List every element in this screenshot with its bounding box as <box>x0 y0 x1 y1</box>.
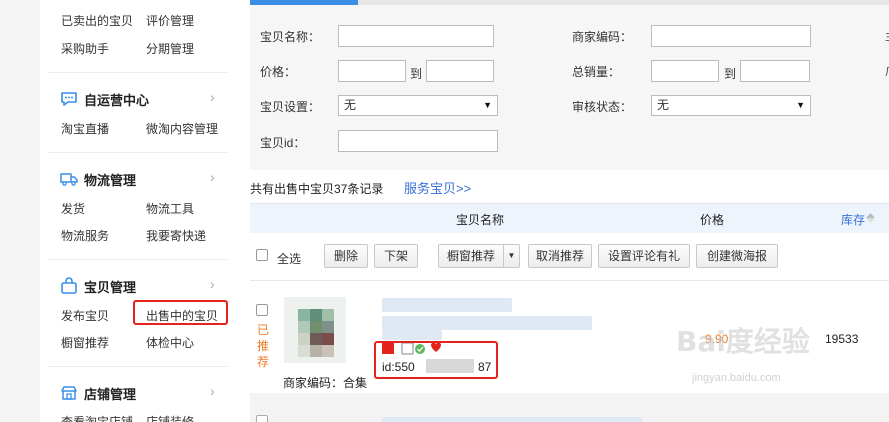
setting-select-value: 无 <box>344 98 357 112</box>
sidebar-section-logistics[interactable]: 物流管理 › <box>60 168 220 190</box>
sidebar-item-logistics-service[interactable]: 物流服务 <box>61 227 109 244</box>
chevron-right-icon: › <box>210 169 215 185</box>
sidebar-item-decorate[interactable]: 店铺装修 <box>146 413 194 422</box>
create-poster-button[interactable]: 创建微海报 <box>696 244 778 268</box>
watermark: Bai度经验 <box>676 325 810 358</box>
item-stock[interactable]: 19533 <box>825 332 858 346</box>
sidebar-item-purchase-assistant[interactable]: 采购助手 <box>61 40 109 57</box>
truck-icon <box>60 173 78 186</box>
sidebar-item-logistics-tools[interactable]: 物流工具 <box>146 200 194 217</box>
item-checkbox[interactable] <box>256 415 268 422</box>
cutoff-label: 爪 <box>885 63 889 79</box>
watermark-url: jingyan.baidu.com <box>692 372 781 384</box>
sidebar-divider <box>48 366 228 367</box>
sidebar-item-sold[interactable]: 已卖出的宝贝 <box>61 12 133 29</box>
sidebar-section-store[interactable]: 店铺管理 › <box>60 382 220 404</box>
row-divider <box>250 280 889 281</box>
item-checkbox[interactable] <box>256 304 268 316</box>
section-title: 宝贝管理 <box>84 280 137 295</box>
id-label: 宝贝id： <box>260 136 306 150</box>
item-id-highlight-box <box>374 341 498 379</box>
sales-min-input[interactable] <box>651 60 719 82</box>
record-summary: 共有出售中宝贝37条记录 <box>250 182 384 196</box>
sidebar-item-view-store[interactable]: 查看淘宝店铺 <box>61 413 133 422</box>
col-name: 宝贝名称 <box>456 213 505 227</box>
price-max-input[interactable] <box>426 60 494 82</box>
section-title: 店铺管理 <box>84 387 137 402</box>
sidebar-item-publish[interactable]: 发布宝贝 <box>61 307 109 324</box>
price-to-label: 到 <box>410 67 423 81</box>
price-min-input[interactable] <box>338 60 406 82</box>
sort-icon[interactable] <box>866 213 875 223</box>
merchant-code-input[interactable] <box>651 25 811 47</box>
sidebar-item-send-express[interactable]: 我要寄快递 <box>146 227 206 244</box>
bag-icon <box>61 277 77 294</box>
store-icon <box>61 386 77 400</box>
sidebar-item-ship[interactable]: 发货 <box>61 200 85 217</box>
item-title-blurred <box>382 417 642 422</box>
table-header: 宝贝名称 价格 库存 <box>250 203 889 233</box>
dropdown-arrow-icon[interactable]: ▼ <box>503 245 519 267</box>
cancel-recommend-button[interactable]: 取消推荐 <box>528 244 592 268</box>
sidebar-item-weitao[interactable]: 微淘内容管理 <box>146 120 218 137</box>
item-merchant-code: 商家编码：合集 <box>283 376 368 390</box>
tab-active-indicator[interactable] <box>250 0 358 5</box>
id-input[interactable] <box>338 130 498 152</box>
filter-panel: 宝贝名称： 商家编码： 主 价格： 到 总销量： 到 爪 宝贝设置： 无 ▼ 审… <box>250 0 889 170</box>
audit-select-value: 无 <box>657 98 670 112</box>
sidebar-divider <box>48 72 228 73</box>
sidebar-divider <box>48 259 228 260</box>
name-input[interactable] <box>338 25 494 47</box>
item-title-blurred <box>382 316 592 330</box>
total-sales-label: 总销量： <box>572 65 621 79</box>
select-all-label: 全选 <box>277 252 302 266</box>
item-title-blurred <box>382 330 442 340</box>
sidebar-section-items[interactable]: 宝贝管理 › <box>60 275 220 297</box>
window-recommend-label: 橱窗推荐 <box>446 249 495 263</box>
main-content: 宝贝名称： 商家编码： 主 价格： 到 总销量： 到 爪 宝贝设置： 无 ▼ 审… <box>236 0 889 422</box>
sidebar-item-live[interactable]: 淘宝直播 <box>61 120 109 137</box>
dropdown-arrow-icon: ▼ <box>483 100 492 110</box>
audit-select[interactable]: 无 ▼ <box>651 95 811 116</box>
sales-to-label: 到 <box>724 67 737 81</box>
next-item-row <box>250 393 889 422</box>
cutoff-label: 主 <box>885 28 889 44</box>
delist-button[interactable]: 下架 <box>374 244 418 268</box>
sidebar-item-installments[interactable]: 分期管理 <box>146 40 194 57</box>
section-title: 自运营中心 <box>84 93 150 108</box>
price-label: 价格： <box>260 65 297 79</box>
sidebar-item-window[interactable]: 橱窗推荐 <box>61 334 109 351</box>
section-title: 物流管理 <box>84 173 137 188</box>
col-stock[interactable]: 库存 <box>841 211 865 228</box>
item-title-blurred <box>382 298 512 312</box>
recommended-status: 已推荐 <box>256 323 269 369</box>
setting-select[interactable]: 无 ▼ <box>338 95 498 116</box>
audit-label: 审核状态： <box>572 100 633 114</box>
chevron-right-icon: › <box>210 276 215 292</box>
name-label: 宝贝名称： <box>260 30 321 44</box>
chat-icon <box>61 92 77 106</box>
merchant-code-label: 商家编码： <box>572 30 633 44</box>
chevron-right-icon: › <box>210 89 215 105</box>
setting-label: 宝贝设置： <box>260 100 321 114</box>
sidebar-section-self-operation[interactable]: 自运营中心 › <box>60 88 220 110</box>
sales-max-input[interactable] <box>740 60 810 82</box>
window-recommend-button[interactable]: 橱窗推荐 ▼ <box>438 244 520 268</box>
sidebar-item-reviews[interactable]: 评价管理 <box>146 12 194 29</box>
select-all-checkbox[interactable] <box>256 249 268 261</box>
on-sale-highlight-box <box>133 300 228 325</box>
col-price[interactable]: 价格 <box>700 211 724 228</box>
service-items-link[interactable]: 服务宝贝>> <box>404 178 471 197</box>
item-thumbnail[interactable] <box>284 297 346 363</box>
chevron-right-icon: › <box>210 383 215 399</box>
delete-button[interactable]: 删除 <box>324 244 368 268</box>
sidebar-divider <box>48 152 228 153</box>
dropdown-arrow-icon: ▼ <box>796 100 805 110</box>
set-review-gift-button[interactable]: 设置评论有礼 <box>598 244 690 268</box>
sidebar-strip <box>0 0 40 422</box>
sidebar: 已卖出的宝贝 评价管理 采购助手 分期管理 自运营中心 › 淘宝直播 微淘内容管… <box>0 0 236 422</box>
sidebar-item-checkup[interactable]: 体检中心 <box>146 334 194 351</box>
